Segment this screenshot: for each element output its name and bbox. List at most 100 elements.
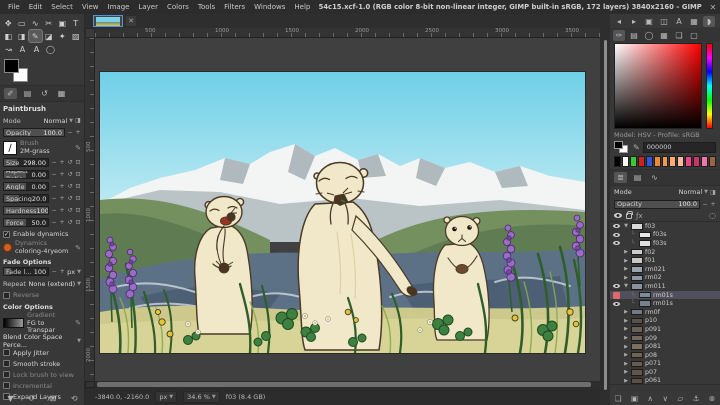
layer-color-tag[interactable] <box>612 292 621 299</box>
horizontal-scrollbar-thumb[interactable] <box>97 382 591 387</box>
spacing-slider[interactable]: Spacing20.0 <box>3 194 49 203</box>
palette-swatch[interactable] <box>685 156 692 167</box>
reset-tool-preset-button[interactable]: ⟲ <box>71 394 78 403</box>
fg-bg-colors[interactable] <box>4 59 30 83</box>
airbrush-tool-icon[interactable]: ✦ <box>56 30 69 42</box>
expander-icon[interactable]: ▶ <box>623 344 629 350</box>
checkbox-smooth-stroke[interactable]: Smooth stroke <box>3 359 81 369</box>
layer-row[interactable]: ▶p08 <box>610 351 720 360</box>
lock-alpha-icon[interactable]: ƒx <box>636 212 643 220</box>
opacity-slider[interactable]: Opacity 100.0 <box>3 128 65 137</box>
canvas-viewport[interactable] <box>95 38 600 381</box>
mode-switch-icon[interactable]: ◨ <box>710 189 716 196</box>
fade-inc-button[interactable]: + <box>59 268 65 275</box>
palette-swatch[interactable] <box>622 156 629 167</box>
menu-view[interactable]: View <box>78 2 103 12</box>
slider-row-spacing[interactable]: Spacing20.0−+↺⊡ <box>3 193 81 204</box>
inc-button[interactable]: + <box>59 219 65 226</box>
fade-dec-button[interactable]: − <box>51 268 57 275</box>
layer-visibility-toggle[interactable] <box>612 302 621 306</box>
expander-icon[interactable]: ▶ <box>623 249 629 255</box>
tab-document-history[interactable]: ▢ <box>688 30 700 41</box>
restore-tool-preset-button[interactable]: ↺ <box>28 394 35 403</box>
menu-filters[interactable]: Filters <box>220 2 249 12</box>
fade-unit-dropdown[interactable]: px <box>67 268 75 276</box>
dynamics-row[interactable]: Dynamics coloring-4ryeom ✎ <box>3 240 81 255</box>
visibility-icon[interactable] <box>614 213 622 218</box>
dec-button[interactable]: − <box>51 219 57 226</box>
mini-foreground-swatch[interactable] <box>614 141 623 149</box>
palette-swatch[interactable] <box>709 156 716 167</box>
zoom-dropdown[interactable]: 34.6 %▼ <box>183 391 220 403</box>
tab-palette[interactable]: ▦ <box>658 30 670 41</box>
hardness-slider[interactable]: Hardness100.0 <box>3 206 49 215</box>
edit-brush-icon[interactable]: ✎ <box>75 144 81 152</box>
clone-tool-icon[interactable]: ▨ <box>70 30 83 42</box>
foreground-color-swatch[interactable] <box>4 59 19 73</box>
layer-mode-value[interactable]: Normal <box>679 188 703 196</box>
menu-edit[interactable]: Edit <box>25 2 47 12</box>
unit-dropdown[interactable]: px▼ <box>155 391 177 403</box>
dock-scroll-left-icon[interactable]: ◂ <box>613 16 625 27</box>
layer-row[interactable]: ▶p071 <box>610 360 720 369</box>
image-tab-close-button[interactable]: ✕ <box>126 16 136 26</box>
menu-tools[interactable]: Tools <box>194 2 219 12</box>
tab-patterns[interactable]: ▤ <box>628 30 640 41</box>
checkbox-apply-jitter[interactable]: Apply Jitter <box>3 348 81 358</box>
layer-row[interactable]: └f03s <box>610 239 720 248</box>
menu-image[interactable]: Image <box>104 2 134 12</box>
link-icon[interactable]: ⊡ <box>75 183 81 190</box>
inc-button[interactable]: + <box>59 171 65 178</box>
blend-space-value[interactable]: Blend Color Space Perce... <box>3 333 75 349</box>
gradient-thumbnail[interactable] <box>3 318 24 328</box>
slider-row-size[interactable]: Size298.00−+↺⊡ <box>3 157 81 168</box>
vertical-ruler[interactable]: 500100015002000 <box>85 38 95 381</box>
color-picker-icon[interactable]: ✎ <box>633 143 640 152</box>
slider-row-angle[interactable]: Angle0.00−+↺⊡ <box>3 181 81 192</box>
horizontal-scrollbar[interactable] <box>95 381 600 388</box>
size-slider[interactable]: Size298.00 <box>3 158 49 167</box>
dialog-tab-gradients[interactable]: ◗ <box>703 16 715 27</box>
tab-device-status[interactable]: ▤ <box>21 88 34 99</box>
opacity-inc-button[interactable]: + <box>75 129 81 136</box>
move-tool-icon[interactable]: ✥ <box>2 17 15 29</box>
expander-icon[interactable]: ▶ <box>623 266 629 272</box>
brush-name[interactable]: 2M-grass <box>20 148 50 156</box>
reset-icon[interactable]: ↺ <box>67 207 73 214</box>
enable-dynamics-checkbox[interactable]: ✓ Enable dynamics <box>3 229 81 239</box>
slider-row-aspect-ratio[interactable]: Aspect Ratio0.00−+↺⊡ <box>3 169 81 180</box>
reset-icon[interactable]: ↺ <box>67 171 73 178</box>
expander-icon[interactable]: ▶ <box>623 275 629 281</box>
tab-undo-history[interactable]: ↺ <box>38 88 51 99</box>
tab-gradient[interactable]: ◯ <box>643 30 655 41</box>
vertical-scrollbar[interactable] <box>600 14 610 405</box>
layer-opacity-slider[interactable]: Opacity 100.0 <box>614 200 700 209</box>
layer-opacity-row[interactable]: Opacity 100.0 − + <box>610 198 720 210</box>
color-picker[interactable] <box>614 43 716 129</box>
expander-icon[interactable]: ▼ <box>623 223 629 229</box>
angle-slider[interactable]: Angle0.00 <box>3 182 49 191</box>
save-tool-preset-button[interactable]: ▼ <box>7 394 13 403</box>
link-icon[interactable]: ⊡ <box>75 171 81 178</box>
layer-row[interactable]: ▶p091 <box>610 325 720 334</box>
blend-space-row[interactable]: Blend Color Space Perce... ▼ <box>3 336 81 347</box>
gradient-row[interactable]: Gradient FG to Transpar ✎ <box>3 312 81 335</box>
window-close-button[interactable]: ✕ <box>706 3 720 12</box>
checkbox-lock-brush-to-view[interactable]: Lock brush to view <box>3 370 81 380</box>
layer-row[interactable]: ▶p081 <box>610 342 720 351</box>
layer-visibility-toggle[interactable] <box>612 233 621 237</box>
link-icon[interactable]: ⊡ <box>75 159 81 166</box>
tab-tool-options[interactable]: ✐ <box>4 88 17 99</box>
dialog-tab-fonts[interactable]: A <box>673 16 685 27</box>
dec-button[interactable]: − <box>51 159 57 166</box>
layer-row[interactable]: └rm01s <box>610 299 720 308</box>
link-icon[interactable]: ⊡ <box>75 195 81 202</box>
new-layer-button[interactable]: ❏ <box>615 394 622 403</box>
dec-button[interactable]: − <box>51 183 57 190</box>
lock-icon[interactable] <box>626 213 632 219</box>
menu-select[interactable]: Select <box>47 2 77 12</box>
layer-visibility-toggle[interactable] <box>612 224 621 228</box>
paths-tool-icon[interactable]: ↝ <box>2 43 15 55</box>
new-group-button[interactable]: ▣ <box>631 394 638 403</box>
expander-icon[interactable]: ▶ <box>623 378 629 384</box>
